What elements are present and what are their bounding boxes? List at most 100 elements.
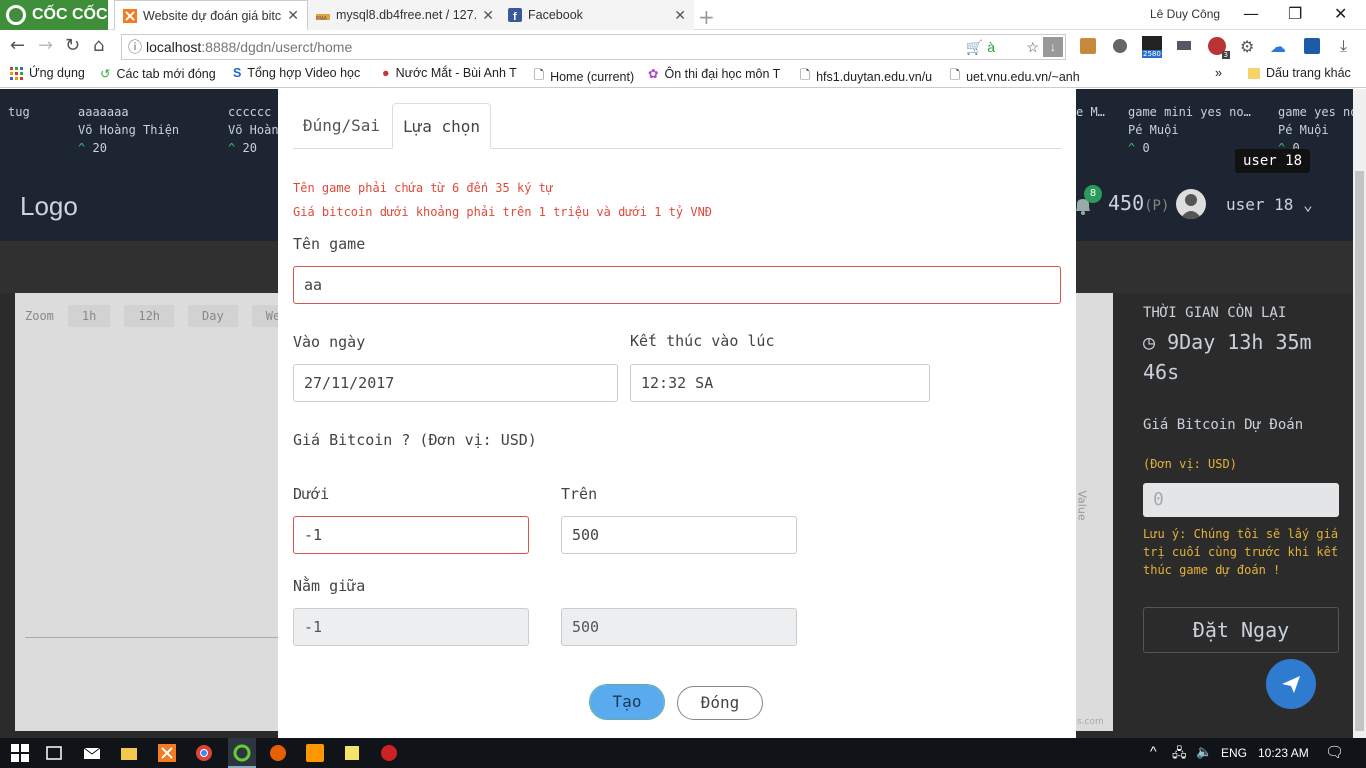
xampp-taskbar-icon[interactable] — [158, 744, 176, 762]
bookmark-star-icon[interactable]: ☆ — [1026, 35, 1039, 59]
zoom-controls: Zoom 1h 12h Day Week — [25, 305, 309, 327]
bookmark-label: Tổng hợp Video học — [247, 66, 361, 80]
jira-icon[interactable] — [1304, 38, 1320, 54]
download-icon[interactable]: ↓ — [1043, 37, 1063, 57]
ublock-icon[interactable]: 3 — [1208, 37, 1230, 59]
chrome-taskbar-icon[interactable] — [195, 744, 213, 762]
action-center-icon[interactable]: 🗨 — [1325, 743, 1344, 761]
ticker-item[interactable]: cccccc Võ Hoàn ^ 20 — [228, 103, 279, 157]
above-input[interactable]: 500 — [561, 516, 797, 554]
window-user[interactable]: Lê Duy Công — [1150, 7, 1220, 21]
language-indicator[interactable]: ENG — [1221, 746, 1247, 760]
zoom-day-button[interactable]: Day — [188, 305, 238, 327]
user-menu[interactable]: user 18 ⌄ — [1226, 195, 1313, 214]
close-icon[interactable]: ✕ — [482, 7, 494, 24]
minimize-icon[interactable]: — — [1243, 4, 1259, 23]
bookmarks-bar: Ứng dụng ↺ Các tab mới đóng S Tổng hợp V… — [0, 62, 1366, 88]
avatar[interactable] — [1176, 189, 1206, 219]
window-close-icon[interactable]: ✕ — [1334, 4, 1347, 23]
game-name-label: Tên game — [293, 235, 366, 253]
bookmark-other[interactable]: Dấu trang khác — [1248, 66, 1351, 80]
browser-logo[interactable]: CỐC CỐC — [0, 0, 108, 30]
browser-tab-mysql[interactable]: PMA mysql8.db4free.net / 127.0 ✕ — [308, 0, 502, 30]
bookmark-apps[interactable]: Ứng dụng — [10, 66, 85, 80]
predict-input[interactable]: 0 — [1143, 483, 1339, 517]
info-icon[interactable]: ⓘ — [128, 35, 142, 59]
zoom-12h-button[interactable]: 12h — [124, 305, 175, 327]
settings-gear-icon[interactable]: ⚙ — [1240, 37, 1254, 56]
close-icon[interactable]: ✕ — [287, 7, 299, 24]
file-explorer-icon[interactable] — [120, 744, 138, 762]
sticky-notes-icon[interactable] — [343, 744, 361, 762]
home-icon[interactable]: ⌂ — [93, 35, 104, 56]
tab-choice[interactable]: Lựa chọn — [392, 103, 492, 149]
page-scrollbar[interactable] — [1353, 89, 1366, 738]
windows-start-icon[interactable] — [11, 744, 29, 762]
network-icon[interactable]: 🖧 — [1172, 744, 1187, 766]
close-button[interactable]: Đóng — [677, 686, 763, 720]
bookmark-video[interactable]: S Tổng hợp Video học — [233, 66, 360, 80]
sublime-icon[interactable] — [306, 744, 324, 762]
restore-icon[interactable]: ❐ — [1288, 4, 1302, 23]
ticker-item[interactable]: tug — [8, 103, 30, 121]
teamviewer-icon[interactable] — [380, 744, 398, 762]
bookmark-recent-tabs[interactable]: ↺ Các tab mới đóng — [100, 66, 216, 82]
ticker-item[interactable]: e M… — [1076, 103, 1105, 121]
chrome-icon: ● — [382, 66, 390, 80]
mail-icon[interactable] — [83, 744, 101, 762]
xampp-icon — [123, 8, 137, 23]
address-bar[interactable]: ⓘ localhost:8888/dgdn/userct/home 🛒 à ☆ … — [121, 34, 1066, 60]
task-view-icon[interactable] — [45, 744, 63, 762]
volume-icon[interactable]: 🔈 — [1196, 744, 1212, 760]
bookmark-uet[interactable]: 🗋 uet.vnu.edu.vn/~anh — [950, 66, 1080, 87]
game-name-input[interactable]: aa — [293, 266, 1061, 304]
tray-chevron-up-icon[interactable]: ^ — [1150, 743, 1157, 759]
bookmark-home[interactable]: 🗋 Home (current) — [534, 66, 634, 87]
date-input[interactable]: 27/11/2017 — [293, 364, 618, 402]
reload-icon[interactable]: ↻ — [65, 35, 80, 56]
counter-extension-icon[interactable]: 2580 — [1142, 36, 1162, 58]
chart-axis-line — [25, 637, 305, 638]
bookmark-overflow-chevron[interactable]: » — [1215, 66, 1222, 80]
coccoc-taskbar-item[interactable] — [228, 738, 256, 768]
back-icon[interactable]: ← — [10, 35, 25, 56]
ticker-count: 0 — [1142, 141, 1150, 155]
tab-title: mysql8.db4free.net / 127.0 — [336, 8, 477, 22]
downloads-icon[interactable]: ⤓ — [1340, 36, 1347, 56]
browser-tab-facebook[interactable]: f Facebook ✕ — [500, 0, 694, 30]
tab-true-false[interactable]: Đúng/Sai — [293, 103, 390, 149]
chevron-down-icon: ⌄ — [1303, 195, 1313, 214]
end-time-input[interactable]: 12:32 SA — [630, 364, 930, 402]
clock[interactable]: 10:23 AM — [1258, 746, 1309, 760]
scrollbar-thumb[interactable] — [1355, 171, 1364, 731]
cloud-icon[interactable]: ☁ — [1270, 37, 1286, 56]
send-fab-button[interactable] — [1266, 659, 1316, 709]
bookmark-on-thi[interactable]: ✿ Ôn thi đại học môn T — [648, 66, 780, 82]
close-icon[interactable]: ✕ — [674, 7, 686, 24]
forward-icon[interactable]: → — [38, 35, 53, 56]
browser-tab-bitcoin[interactable]: Website dự đoán giá bitcoin ✕ — [114, 0, 308, 30]
predict-panel: THỜI GIAN CÒN LẠI ◷ 9Day 13h 35m 46s Giá… — [1143, 305, 1343, 653]
bookmark-nuoc-mat[interactable]: ● Nước Mắt - Bùi Anh T — [382, 66, 517, 80]
below-input[interactable]: -1 — [293, 516, 529, 554]
cart-icon[interactable]: 🛒 à — [966, 35, 995, 59]
monitor-icon[interactable] — [1176, 38, 1192, 54]
firefox-icon[interactable] — [269, 744, 287, 762]
create-button[interactable]: Tạo — [589, 684, 665, 720]
browser-brand: CỐC CỐC — [32, 6, 108, 23]
bookmark-label: Nước Mắt - Bùi Anh T — [395, 66, 517, 80]
page-icon: 🗋 — [800, 68, 811, 82]
ticker-item[interactable]: game mini yes no… Pé Muội ^ 0 — [1128, 103, 1251, 157]
zoom-1h-button[interactable]: 1h — [67, 305, 111, 327]
above-label: Trên — [561, 485, 598, 503]
chat-icon[interactable] — [1112, 38, 1128, 54]
chart-credit[interactable]: s.com — [1077, 717, 1104, 727]
place-bet-button[interactable]: Đặt Ngay — [1143, 607, 1339, 653]
ticker-user: Pé Muội — [1278, 123, 1329, 137]
bookmark-duytan[interactable]: 🗋 hfs1.duytan.edu.vn/u — [800, 66, 932, 87]
site-logo[interactable]: Logo — [20, 191, 78, 222]
extension-icon[interactable] — [1080, 38, 1096, 54]
tab-title: Facebook — [528, 8, 583, 22]
ticker-item[interactable]: aaaaaaa Võ Hoàng Thiện ^ 20 — [78, 103, 179, 157]
new-tab-button[interactable]: + — [698, 5, 715, 29]
